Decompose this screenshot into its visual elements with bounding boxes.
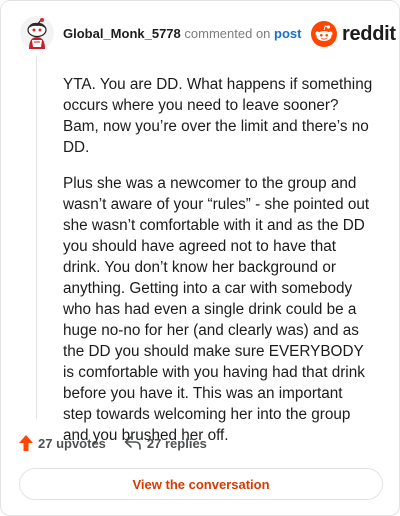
comment-paragraph-1: YTA. You are DD. What happens if somethi… — [63, 76, 373, 156]
reply-count: 27 replies — [146, 435, 207, 451]
comment-actions: 27 upvotes 27 replies — [19, 433, 207, 453]
upvote-arrow-icon — [19, 435, 33, 451]
reddit-wordmark: reddit — [342, 22, 396, 45]
snoo-avatar-icon — [20, 16, 54, 50]
comment-header: Global_Monk_5778 commented on post reddi… — [1, 1, 400, 65]
comment-paragraph-2: Plus she was a newcomer to the group and… — [63, 175, 370, 444]
commented-on-label: commented on — [184, 26, 271, 41]
replies-button[interactable]: 27 replies — [124, 435, 207, 451]
user-avatar[interactable] — [20, 16, 54, 50]
upvote-button[interactable]: 27 upvotes — [19, 435, 106, 451]
reddit-logo[interactable]: reddit — [311, 21, 396, 47]
post-link[interactable]: post — [274, 26, 301, 41]
comment-body: YTA. You are DD. What happens if somethi… — [63, 74, 375, 461]
view-conversation-button[interactable]: View the conversation — [19, 468, 383, 500]
comment-byline: Global_Monk_5778 commented on post — [63, 26, 301, 42]
username-link[interactable]: Global_Monk_5778 — [63, 26, 181, 41]
reddit-snoo-icon — [311, 21, 337, 47]
thread-line — [36, 57, 37, 419]
reply-arrow-icon — [124, 436, 141, 450]
comment-card: Global_Monk_5778 commented on post reddi… — [0, 0, 400, 516]
upvote-count: 27 upvotes — [38, 435, 106, 451]
